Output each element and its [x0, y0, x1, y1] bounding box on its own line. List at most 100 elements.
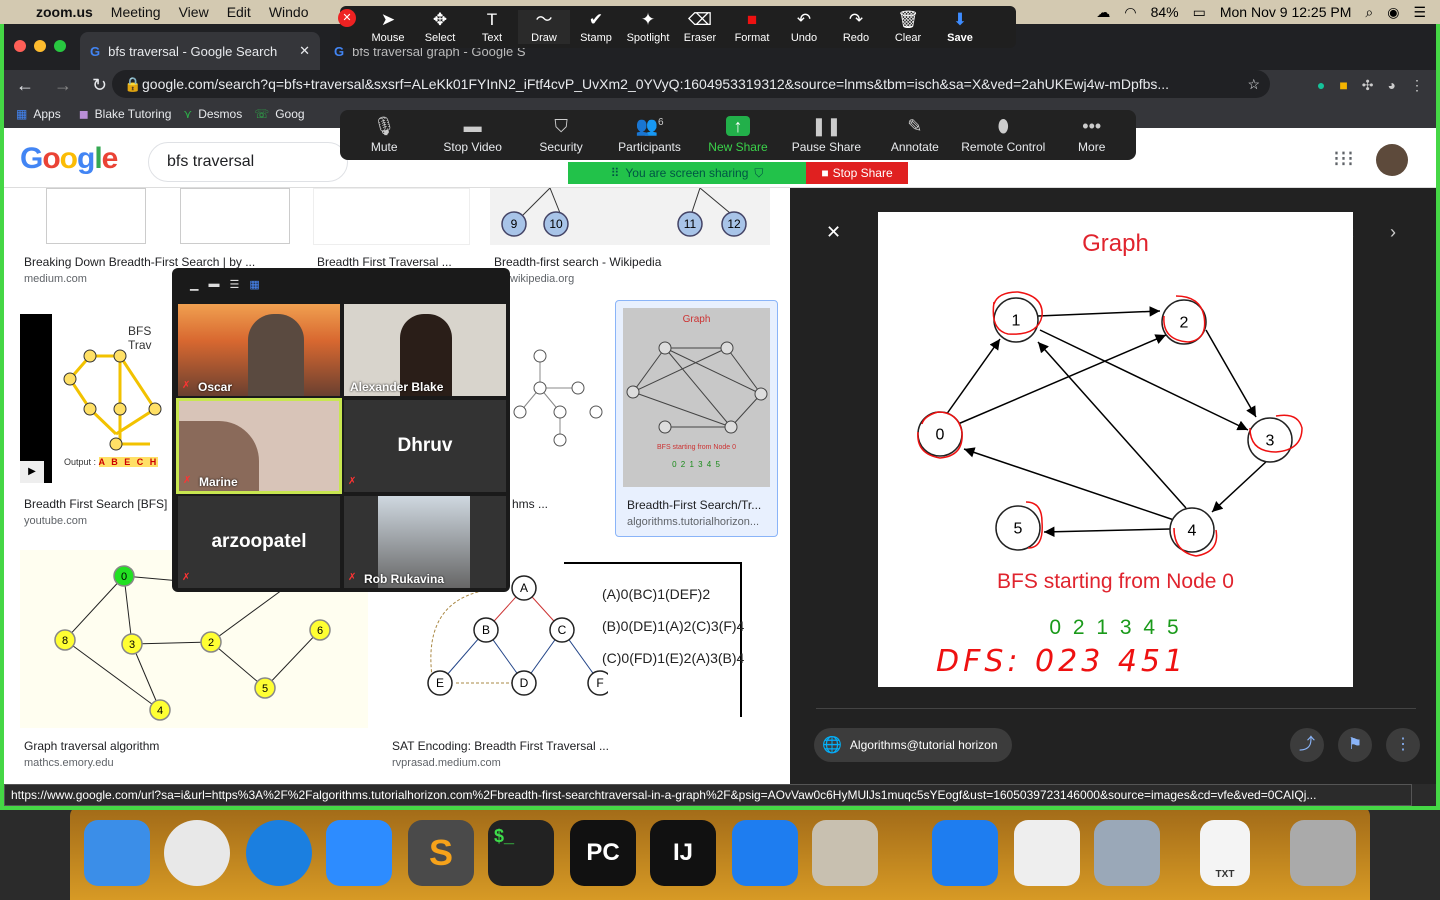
textedit-icon[interactable]	[1014, 820, 1080, 886]
more-options-icon[interactable]: ⋮	[1386, 728, 1420, 762]
search-input[interactable]: bfs traversal	[148, 142, 348, 182]
video-tile-oscar[interactable]: ✗ Oscar	[178, 304, 340, 396]
sublime-icon[interactable]: S	[408, 820, 474, 886]
kebab-menu-icon[interactable]: ⋮	[1410, 77, 1424, 94]
bookmark-icon[interactable]: ⚑	[1338, 728, 1372, 762]
google-logo[interactable]: Google	[20, 142, 118, 176]
annotate-tool-text[interactable]: T Text	[466, 10, 518, 44]
sharing-indicator[interactable]: ⠿ You are screen sharing ⛉	[568, 162, 806, 184]
account-avatar[interactable]	[1376, 144, 1408, 176]
menu-meeting[interactable]: Meeting	[111, 4, 161, 20]
bookmark-blake-tutoring[interactable]: ◼ Blake Tutoring	[79, 107, 172, 121]
single-view-icon[interactable]: ▬	[208, 278, 219, 291]
next-image-icon[interactable]: ›	[1390, 222, 1396, 243]
trash-icon[interactable]	[1290, 820, 1356, 886]
wifi-icon[interactable]: ◠	[1124, 4, 1136, 21]
control-menu-icon[interactable]: ☰	[1413, 4, 1426, 21]
close-preview-icon[interactable]: ✕	[826, 222, 841, 243]
annotate-button[interactable]: ✎ Annotate	[871, 116, 959, 154]
zoom-video-gallery[interactable]: ▁ ▬ ☰ ▦ ✗ Oscar Alexander Blake ✗ Marine Dhru…	[172, 268, 510, 592]
result-title[interactable]: Breadth First Search [BFS]	[24, 497, 167, 511]
video-tile-arzoopatel[interactable]: arzoopatel ✗	[178, 496, 340, 588]
result-title[interactable]: Breaking Down Breadth-First Search | by …	[24, 255, 255, 269]
result-title[interactable]: SAT Encoding: Breadth First Traversal ..…	[392, 739, 609, 753]
security-button[interactable]: ⛉ Security	[517, 116, 605, 154]
more-button[interactable]: ••• More	[1048, 116, 1136, 154]
address-bar[interactable]: 🔒 google.com/search?q=bfs+traversal&sxsr…	[112, 70, 1270, 98]
xcode-icon[interactable]	[732, 820, 798, 886]
tab-bfs-traversal[interactable]: G bfs traversal - Google Search ✕	[80, 32, 320, 70]
mute-button[interactable]: 🎙 Mute	[340, 116, 428, 154]
video-tile-marine[interactable]: ✗ Marine	[176, 398, 342, 494]
bookmark-desmos[interactable]: ⋎ Desmos	[183, 107, 242, 121]
zoom-icon[interactable]	[326, 820, 392, 886]
bookmark-apps[interactable]: ▦ Apps	[16, 107, 61, 121]
intellij-icon[interactable]: IJ	[650, 820, 716, 886]
forward-icon[interactable]: →	[54, 75, 72, 96]
video-tile-dhruv[interactable]: Dhruv ✗	[344, 400, 506, 492]
remote-control-button[interactable]: ⬮ Remote Control	[959, 116, 1047, 154]
spotlight-search-icon[interactable]: ⌕	[1365, 4, 1373, 21]
gallery-view-icon[interactable]: ▦	[249, 278, 259, 291]
google-apps-icon[interactable]: ⁝⁝⁝	[1333, 146, 1354, 172]
result-thumbnail-tree[interactable]	[502, 308, 604, 453]
video-tile-rob-rukavina[interactable]: ✗ Rob Rukavina	[344, 496, 506, 588]
grammarly-icon[interactable]: ●	[1317, 77, 1325, 94]
menu-app-name[interactable]: zoom.us	[36, 4, 93, 20]
puzzle-icon[interactable]: ✣	[1362, 77, 1374, 94]
annotate-tool-select[interactable]: ✥ Select	[414, 10, 466, 44]
result-title[interactable]: Breadth-First Search/Tr...	[627, 498, 761, 512]
safari-icon[interactable]	[246, 820, 312, 886]
battery-icon[interactable]: ▭	[1193, 4, 1206, 21]
close-tab-icon[interactable]: ✕	[299, 43, 310, 59]
menu-window[interactable]: Windo	[269, 4, 309, 20]
cloud-icon[interactable]: ☁	[1096, 4, 1110, 21]
battery-percent[interactable]: 84%	[1151, 4, 1179, 20]
pause-share-button[interactable]: ❚❚ Pause Share	[782, 116, 870, 154]
result-title[interactable]: Graph traversal algorithm	[24, 739, 159, 753]
annotate-tool-eraser[interactable]: ⌫ Eraser	[674, 10, 726, 44]
share-icon[interactable]: ⤴	[1290, 728, 1324, 762]
pycharm-icon[interactable]: PC	[570, 820, 636, 886]
terminal-icon[interactable]: $_	[488, 820, 554, 886]
reload-icon[interactable]: ↻	[92, 75, 107, 96]
bookmark-google[interactable]: ☏ Goog	[254, 107, 304, 121]
result-thumbnail-bfs-video[interactable]: BFS Trav Output : A B E C H ▶	[20, 314, 170, 483]
result-thumbnail-handwritten-notes[interactable]	[20, 188, 293, 245]
close-window-button[interactable]	[14, 40, 26, 52]
finder-icon[interactable]	[84, 820, 150, 886]
stop-video-button[interactable]: ▬ Stop Video	[428, 116, 516, 154]
annotate-tool-stamp[interactable]: ✔ Stamp	[570, 10, 622, 44]
annotate-tool-undo[interactable]: ↶ Undo	[778, 10, 830, 44]
result-title[interactable]: Breadth First Traversal ...	[317, 255, 452, 269]
annotate-tool-mouse[interactable]: ➤ Mouse	[362, 10, 414, 44]
close-annotation-icon[interactable]: ✕	[338, 9, 356, 27]
profile-avatar[interactable]: ◕	[1388, 77, 1396, 94]
annotate-tool-draw[interactable]: 〜 Draw	[518, 10, 570, 44]
annotate-tool-save[interactable]: ⬇ Save	[934, 10, 986, 44]
minimize-window-button[interactable]	[34, 40, 46, 52]
speaker-view-icon[interactable]: ☰	[229, 278, 239, 291]
calculator-icon[interactable]	[812, 820, 878, 886]
chrome-icon[interactable]	[164, 820, 230, 886]
annotate-tool-clear[interactable]: 🗑 Clear	[882, 10, 934, 44]
menu-edit[interactable]: Edit	[227, 4, 251, 20]
annotate-tool-spotlight[interactable]: ✦ Spotlight	[622, 10, 674, 44]
source-chip[interactable]: 🌐 Algorithms@tutorial horizon	[814, 728, 1012, 762]
txt-file-icon[interactable]: TXT	[1200, 820, 1250, 886]
xcode-icon-2[interactable]	[932, 820, 998, 886]
result-thumbnail-tree-sketch[interactable]	[313, 188, 470, 245]
result-card-selected[interactable]: Graph BFS starting from Node 0 0 2 1 3 4…	[615, 300, 778, 537]
video-tile-alexander-blake[interactable]: Alexander Blake	[344, 304, 506, 396]
participants-button[interactable]: 👥6 Participants	[605, 116, 693, 154]
play-icon[interactable]: ▶	[20, 461, 44, 483]
preview-image[interactable]: 0 1 2 3 4 5 Graph BFS starting from Node 0 0 …	[878, 212, 1353, 687]
menu-view[interactable]: View	[179, 4, 209, 20]
new-share-button[interactable]: ↑ New Share	[694, 116, 782, 154]
siri-icon[interactable]: ◉	[1387, 4, 1399, 21]
result-title[interactable]: hms ...	[512, 497, 548, 511]
preview-icon[interactable]	[1094, 820, 1160, 886]
menu-clock[interactable]: Mon Nov 9 12:25 PM	[1220, 4, 1352, 20]
annotate-tool-format[interactable]: ■ Format	[726, 10, 778, 44]
result-title[interactable]: Breadth-first search - Wikipedia	[494, 255, 661, 269]
